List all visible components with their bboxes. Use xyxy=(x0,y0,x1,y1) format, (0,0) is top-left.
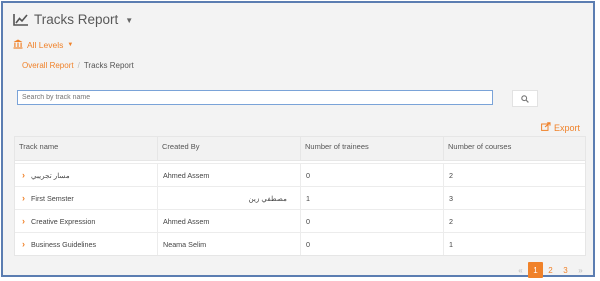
institution-icon xyxy=(13,39,23,51)
search-button[interactable] xyxy=(512,90,538,107)
created-by-cell: مصطفي زين xyxy=(157,187,300,209)
title-caret-icon[interactable]: ▼ xyxy=(125,16,133,25)
table-row: › First Semster مصطفي زين 1 3 xyxy=(15,187,585,210)
track-name: First Semster xyxy=(31,193,74,203)
search-icon xyxy=(521,90,529,108)
courses-cell: 1 xyxy=(443,233,585,255)
track-name-cell[interactable]: › Business Guidelines xyxy=(15,233,157,255)
track-name: مسار تجريبي xyxy=(31,170,70,180)
created-by-cell: Neama Selim xyxy=(157,233,300,255)
pagination-page-3[interactable]: 3 xyxy=(558,262,573,278)
report-panel: Tracks Report ▼ All Levels ▼ Overall Rep… xyxy=(1,1,595,278)
breadcrumb-overall-report[interactable]: Overall Report xyxy=(22,61,74,70)
table-row: › Business Guidelines Neama Selim 0 1 xyxy=(15,233,585,255)
track-name: Creative Expression xyxy=(31,216,96,226)
page-header: Tracks Report ▼ xyxy=(13,12,133,27)
courses-cell: 3 xyxy=(443,187,585,209)
breadcrumb-separator: / xyxy=(77,61,80,70)
breadcrumb-current: Tracks Report xyxy=(83,61,134,70)
export-label: Export xyxy=(554,122,581,133)
pagination-prev[interactable]: « xyxy=(513,262,528,278)
levels-dropdown[interactable]: All Levels ▼ xyxy=(13,39,73,51)
column-header-created-by: Created By xyxy=(157,137,300,160)
courses-cell: 2 xyxy=(443,164,585,186)
table-row: › Creative Expression Ahmed Assem 0 2 xyxy=(15,210,585,233)
levels-label: All Levels xyxy=(27,40,64,50)
chevron-right-icon[interactable]: › xyxy=(22,193,25,203)
chevron-right-icon[interactable]: › xyxy=(22,239,25,249)
pagination: « 1 2 3 » xyxy=(513,262,588,278)
search-input[interactable] xyxy=(17,90,493,105)
created-by-cell: Ahmed Assem xyxy=(157,164,300,186)
track-name: Business Guidelines xyxy=(31,239,97,249)
tracks-table: Track name Created By Number of trainees… xyxy=(14,136,586,256)
table-row: › مسار تجريبي Ahmed Assem 0 2 xyxy=(15,163,585,187)
export-button[interactable]: Export xyxy=(541,122,580,133)
column-header-number-of-trainees: Number of trainees xyxy=(300,137,443,160)
courses-cell: 2 xyxy=(443,210,585,232)
chevron-down-icon: ▼ xyxy=(67,42,74,48)
trainees-cell: 0 xyxy=(300,233,443,255)
pagination-next[interactable]: » xyxy=(573,262,588,278)
chevron-right-icon[interactable]: › xyxy=(22,216,25,226)
trainees-cell: 0 xyxy=(300,164,443,186)
created-by-cell: Ahmed Assem xyxy=(157,210,300,232)
page-title: Tracks Report xyxy=(34,12,119,27)
table-header-row: Track name Created By Number of trainees… xyxy=(15,137,585,161)
chevron-right-icon[interactable]: › xyxy=(22,170,25,180)
track-name-cell[interactable]: › مسار تجريبي xyxy=(15,164,157,186)
column-header-track-name: Track name xyxy=(19,142,59,151)
pagination-page-2[interactable]: 2 xyxy=(543,262,558,278)
table-body: › مسار تجريبي Ahmed Assem 0 2 › First Se… xyxy=(15,163,585,255)
breadcrumb: Overall Report / Tracks Report xyxy=(22,61,134,70)
trainees-cell: 0 xyxy=(300,210,443,232)
line-chart-icon xyxy=(13,13,29,26)
export-icon xyxy=(541,122,551,133)
created-by-name: مصطفي زين xyxy=(248,194,287,203)
trainees-cell: 1 xyxy=(300,187,443,209)
track-name-cell[interactable]: › Creative Expression xyxy=(15,210,157,232)
track-name-cell[interactable]: › First Semster xyxy=(15,187,157,209)
column-header-number-of-courses: Number of courses xyxy=(443,137,585,160)
pagination-page-1[interactable]: 1 xyxy=(528,262,543,278)
